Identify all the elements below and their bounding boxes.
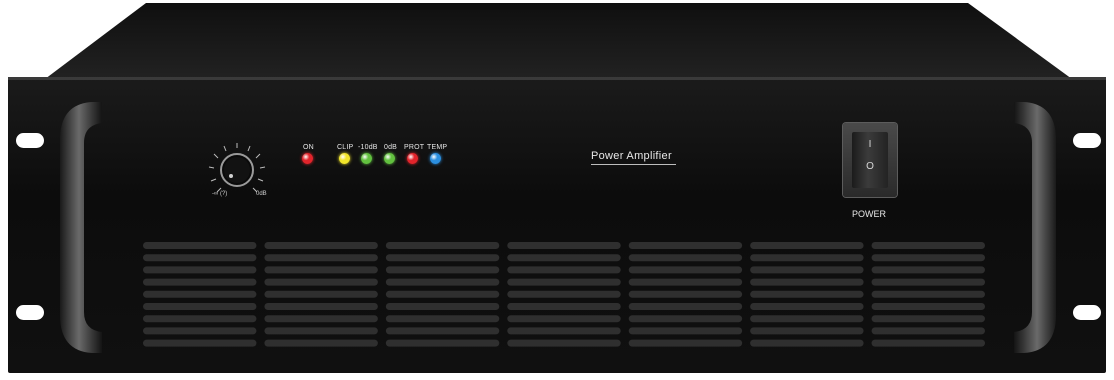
led-on xyxy=(302,153,313,164)
vent-slot xyxy=(628,339,743,347)
vent-slot xyxy=(143,339,257,347)
vent-slot xyxy=(507,339,621,347)
vent-slot xyxy=(750,278,864,286)
vent-slot xyxy=(507,278,621,286)
vent-slot xyxy=(264,290,378,298)
vent-slot xyxy=(871,242,985,249)
vent-slot xyxy=(143,254,257,262)
vent-slot xyxy=(264,266,378,274)
vent-slot xyxy=(143,303,257,310)
vent-slot xyxy=(750,242,864,249)
vent-slot xyxy=(264,278,378,286)
panel-edge xyxy=(8,77,1106,80)
vent-slot xyxy=(871,327,985,335)
vent-slot xyxy=(385,315,500,323)
top-cover xyxy=(45,3,1072,80)
knob-min-label: -∞ (?) xyxy=(212,191,228,197)
vent-slot xyxy=(507,266,621,274)
rack-hole-bottom-right xyxy=(1073,305,1101,320)
indicator-label-prot: PROT xyxy=(404,144,425,151)
vent-slot xyxy=(143,327,257,335)
rack-hole-top-right xyxy=(1073,133,1101,148)
vent-slot xyxy=(507,290,621,298)
led-temp xyxy=(430,153,441,164)
vent-slot xyxy=(143,266,257,274)
vent-slot xyxy=(143,278,257,286)
vent-slot xyxy=(750,327,864,335)
vent-slot xyxy=(507,242,621,249)
vent-slot xyxy=(385,266,500,274)
vent-slot xyxy=(385,303,500,310)
vent-slot xyxy=(628,303,743,310)
indicator-label-on: ON xyxy=(303,144,314,151)
vent-slot xyxy=(628,242,743,249)
vent-slot xyxy=(750,315,864,323)
vent-slot xyxy=(507,254,621,262)
vent-slot xyxy=(264,242,378,249)
rack-hole-top-left xyxy=(16,133,44,148)
brand-underline xyxy=(591,164,676,165)
vent-slot xyxy=(385,327,500,335)
vent-slot xyxy=(871,315,985,323)
vent-slot xyxy=(628,278,743,286)
vent-slot xyxy=(264,327,378,335)
vent-slot xyxy=(385,242,500,249)
rack-hole-bottom-left xyxy=(16,305,44,320)
vent-slot xyxy=(628,315,743,323)
vent-slot xyxy=(628,266,743,274)
vent-slot xyxy=(628,327,743,335)
led-clip xyxy=(339,153,350,164)
ventilation-grille xyxy=(143,242,985,347)
brand-title: Power Amplifier xyxy=(591,150,672,162)
switch-off-mark: O xyxy=(866,161,874,172)
vent-slot xyxy=(750,303,864,310)
indicator-label-temp: TEMP xyxy=(427,144,448,151)
vent-slot xyxy=(871,339,985,347)
vent-slot xyxy=(264,254,378,262)
vent-slot xyxy=(871,290,985,298)
vent-slot xyxy=(871,278,985,286)
vent-slot xyxy=(750,266,864,274)
left-handle[interactable] xyxy=(56,100,104,355)
vent-slot xyxy=(507,315,621,323)
vent-slot xyxy=(871,266,985,274)
switch-on-mark: I xyxy=(868,139,872,150)
vent-slot xyxy=(143,242,257,249)
led-prot xyxy=(407,153,418,164)
vent-slot xyxy=(143,290,257,298)
vent-slot xyxy=(264,339,378,347)
amplifier-front: -∞ (?) 0dB ON CLIP -10dB 0dB PROT TEMP P… xyxy=(0,0,1114,380)
vent-slot xyxy=(628,290,743,298)
indicator-label-minus10db: -10dB xyxy=(358,144,378,151)
vent-slot xyxy=(507,303,621,310)
vent-slot xyxy=(750,290,864,298)
vent-slot xyxy=(871,254,985,262)
vent-slot xyxy=(385,290,500,298)
vent-slot xyxy=(264,315,378,323)
vent-slot xyxy=(750,339,864,347)
vent-slot xyxy=(871,303,985,310)
led-minus10db xyxy=(361,153,372,164)
vent-slot xyxy=(750,254,864,262)
knob-max-label: 0dB xyxy=(256,191,267,197)
right-handle[interactable] xyxy=(1012,100,1060,355)
vent-slot xyxy=(628,254,743,262)
vent-slot xyxy=(385,254,500,262)
power-label: POWER xyxy=(852,209,887,219)
led-0db xyxy=(384,153,395,164)
vent-slot xyxy=(507,327,621,335)
indicator-label-clip: CLIP xyxy=(337,144,354,151)
vent-slot xyxy=(264,303,378,310)
indicator-label-0db: 0dB xyxy=(384,144,398,151)
vent-slot xyxy=(143,315,257,323)
vent-slot xyxy=(385,278,500,286)
vent-slot xyxy=(385,339,500,347)
